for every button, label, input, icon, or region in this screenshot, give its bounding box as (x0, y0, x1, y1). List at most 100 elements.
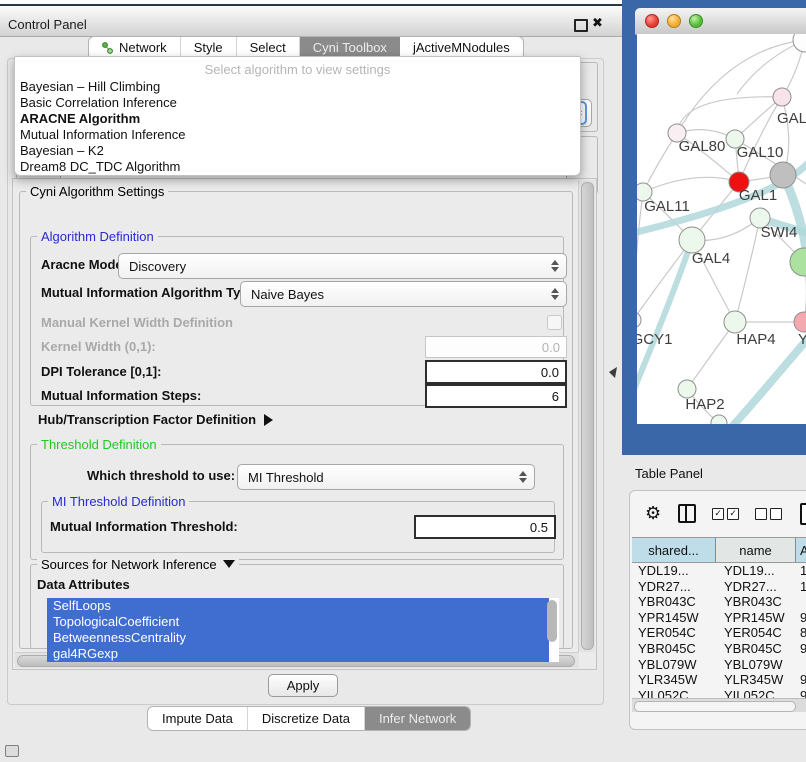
close-traffic-light-icon[interactable] (645, 14, 659, 28)
tab-discretize-data[interactable]: Discretize Data (248, 707, 365, 730)
mi-threshold-field[interactable]: 0.5 (414, 515, 556, 539)
checked-pair-icon[interactable]: ✓✓ (712, 508, 739, 520)
network-node[interactable] (724, 311, 746, 333)
collapse-down-icon (223, 560, 235, 568)
gear-icon[interactable]: ⚙ (645, 503, 661, 524)
algorithm-definition-group: Algorithm Definition Aracne Mode: Discov… (30, 236, 564, 406)
dpi-tolerance-label: DPI Tolerance [0,1]: (41, 364, 161, 379)
mi-type-label: Mutual Information Algorithm Type: (41, 285, 260, 300)
table-row[interactable]: YLR345WYLR345W9. (632, 672, 806, 688)
kernel-width-field[interactable]: 0.0 (425, 336, 567, 358)
node-label: GAL11 (644, 198, 690, 215)
table-toolbar: ⚙ ✓✓ (630, 491, 806, 536)
group-title[interactable]: Sources for Network Inference (37, 557, 239, 572)
scrollbar-thumb[interactable] (634, 701, 796, 712)
zoom-traffic-light-icon[interactable] (689, 14, 703, 28)
close-icon[interactable]: ✖ (592, 15, 603, 31)
mi-type-combo[interactable]: Naive Bayes (240, 281, 567, 307)
table-header-row: shared... name A (632, 537, 806, 563)
network-node[interactable] (790, 248, 806, 276)
table-row[interactable]: YBR045CYBR045C9. (632, 641, 806, 657)
float-window-icon[interactable] (574, 19, 588, 32)
apply-label: Apply (287, 678, 320, 693)
combo-value: Discovery (119, 259, 548, 274)
dropdown-item[interactable]: Bayesian – K2 (20, 143, 104, 159)
network-node[interactable] (637, 312, 641, 328)
attributes-list: SelfLoops TopologicalCoefficient Between… (47, 598, 559, 662)
table-row[interactable]: YBL079WYBL079W (632, 657, 806, 673)
list-item[interactable]: BetweennessCentrality (47, 630, 549, 646)
dropdown-item[interactable]: Mutual Information Inference (20, 127, 185, 143)
manual-kernel-label: Manual Kernel Width Definition (41, 315, 233, 330)
document-icon[interactable] (800, 503, 806, 525)
manual-kernel-checkbox[interactable] (547, 315, 562, 330)
dpi-tolerance-field[interactable]: 0.0 (425, 360, 567, 384)
threshold-definition-group: Threshold Definition Which threshold to … (30, 444, 564, 560)
node-label: GAL4 (692, 250, 730, 267)
dropdown-placeholder: Select algorithm to view settings (15, 62, 580, 77)
column-header-shared-name[interactable]: shared... (632, 538, 716, 562)
table-row[interactable]: YER054CYER054C8. (632, 625, 806, 641)
table-row[interactable]: YBR043CYBR043C (632, 594, 806, 610)
mouse-cursor (608, 367, 618, 379)
list-item[interactable]: SelfLoops (47, 598, 549, 614)
algorithm-dropdown-popup: Select algorithm to view settings Bayesi… (14, 56, 581, 176)
panel-title: Control Panel (8, 17, 87, 32)
node-label: SWI4 (761, 224, 798, 241)
table-horizontal-scrollbar[interactable] (632, 698, 806, 712)
network-node[interactable] (711, 415, 727, 424)
tab-impute-data[interactable]: Impute Data (148, 707, 248, 730)
expand-right-icon (264, 414, 273, 426)
table-row[interactable]: YPR145WYPR145W9. (632, 610, 806, 626)
which-threshold-label: Which threshold to use: (87, 468, 235, 483)
group-title: MI Threshold Definition (48, 494, 189, 509)
sources-title: Sources for Network Inference (41, 557, 217, 572)
hub-section-toggle[interactable]: Hub/Transcription Factor Definition (38, 412, 273, 427)
apply-button[interactable]: Apply (268, 674, 338, 697)
list-scrollbar[interactable] (547, 600, 557, 656)
table-row[interactable]: YDL19...YDL19...13 (632, 563, 806, 579)
scrollbar-thumb[interactable] (581, 182, 594, 650)
kernel-width-label: Kernel Width (0,1): (41, 339, 156, 354)
table-row[interactable]: YDR27...YDR27...12 (632, 579, 806, 595)
tab-infer-network[interactable]: Infer Network (365, 707, 470, 730)
network-icon (102, 42, 114, 54)
mi-steps-field[interactable]: 6 (425, 384, 567, 408)
column-header-name[interactable]: name (716, 538, 796, 562)
minimize-traffic-light-icon[interactable] (667, 14, 681, 28)
network-node[interactable] (794, 312, 806, 332)
data-attributes-label: Data Attributes (37, 577, 130, 592)
list-item[interactable]: TopologicalCoefficient (47, 614, 549, 630)
column-header-partial[interactable]: A (796, 538, 806, 562)
field-value: 0.0 (542, 340, 560, 355)
node-table: shared... name A YDL19...YDL19...13 YDR2… (632, 537, 806, 687)
which-threshold-combo[interactable]: MI Threshold (237, 464, 535, 490)
aracne-mode-label: Aracne Mode: (41, 257, 127, 272)
scrollbar-thumb[interactable] (547, 600, 557, 642)
sources-group: Sources for Network Inference Data Attri… (30, 564, 564, 649)
dropdown-item[interactable]: Basic Correlation Inference (20, 95, 177, 111)
group-title: Cyni Algorithm Settings (26, 184, 168, 199)
field-value: 0.0 (541, 365, 559, 380)
settings-scrollpane: Cyni Algorithm Settings Algorithm Defini… (12, 178, 597, 670)
cyni-settings-group: Cyni Algorithm Settings Algorithm Defini… (19, 191, 573, 649)
network-canvas[interactable]: GALGAL80GAL10GAL1GAL11SWI4GAL4GCY1HAP4YH… (637, 34, 806, 424)
combo-value: Naive Bayes (241, 287, 548, 302)
dropdown-item-selected[interactable]: ARACNE Algorithm (20, 111, 140, 127)
aracne-mode-combo[interactable]: Discovery (118, 253, 567, 279)
network-node[interactable] (770, 162, 796, 188)
unchecked-pair-icon[interactable] (755, 508, 782, 520)
table-panel-title: Table Panel (635, 466, 703, 481)
network-node[interactable] (773, 88, 791, 106)
hub-section-label: Hub/Transcription Factor Definition (38, 412, 256, 427)
split-columns-icon[interactable] (678, 504, 696, 523)
dropdown-item[interactable]: Dream8 DC_TDC Algorithm (20, 159, 180, 175)
docked-panel-icon[interactable] (5, 745, 19, 757)
group-title: Threshold Definition (37, 437, 161, 452)
list-item[interactable]: gal4RGexp (47, 646, 549, 662)
dropdown-item[interactable]: Bayesian – Hill Climbing (20, 79, 160, 95)
table-row[interactable]: YIL052CYIL052C9 (632, 688, 806, 698)
network-node[interactable] (793, 34, 806, 52)
node-label: Y (798, 331, 806, 348)
vertical-scrollbar[interactable] (578, 180, 595, 652)
